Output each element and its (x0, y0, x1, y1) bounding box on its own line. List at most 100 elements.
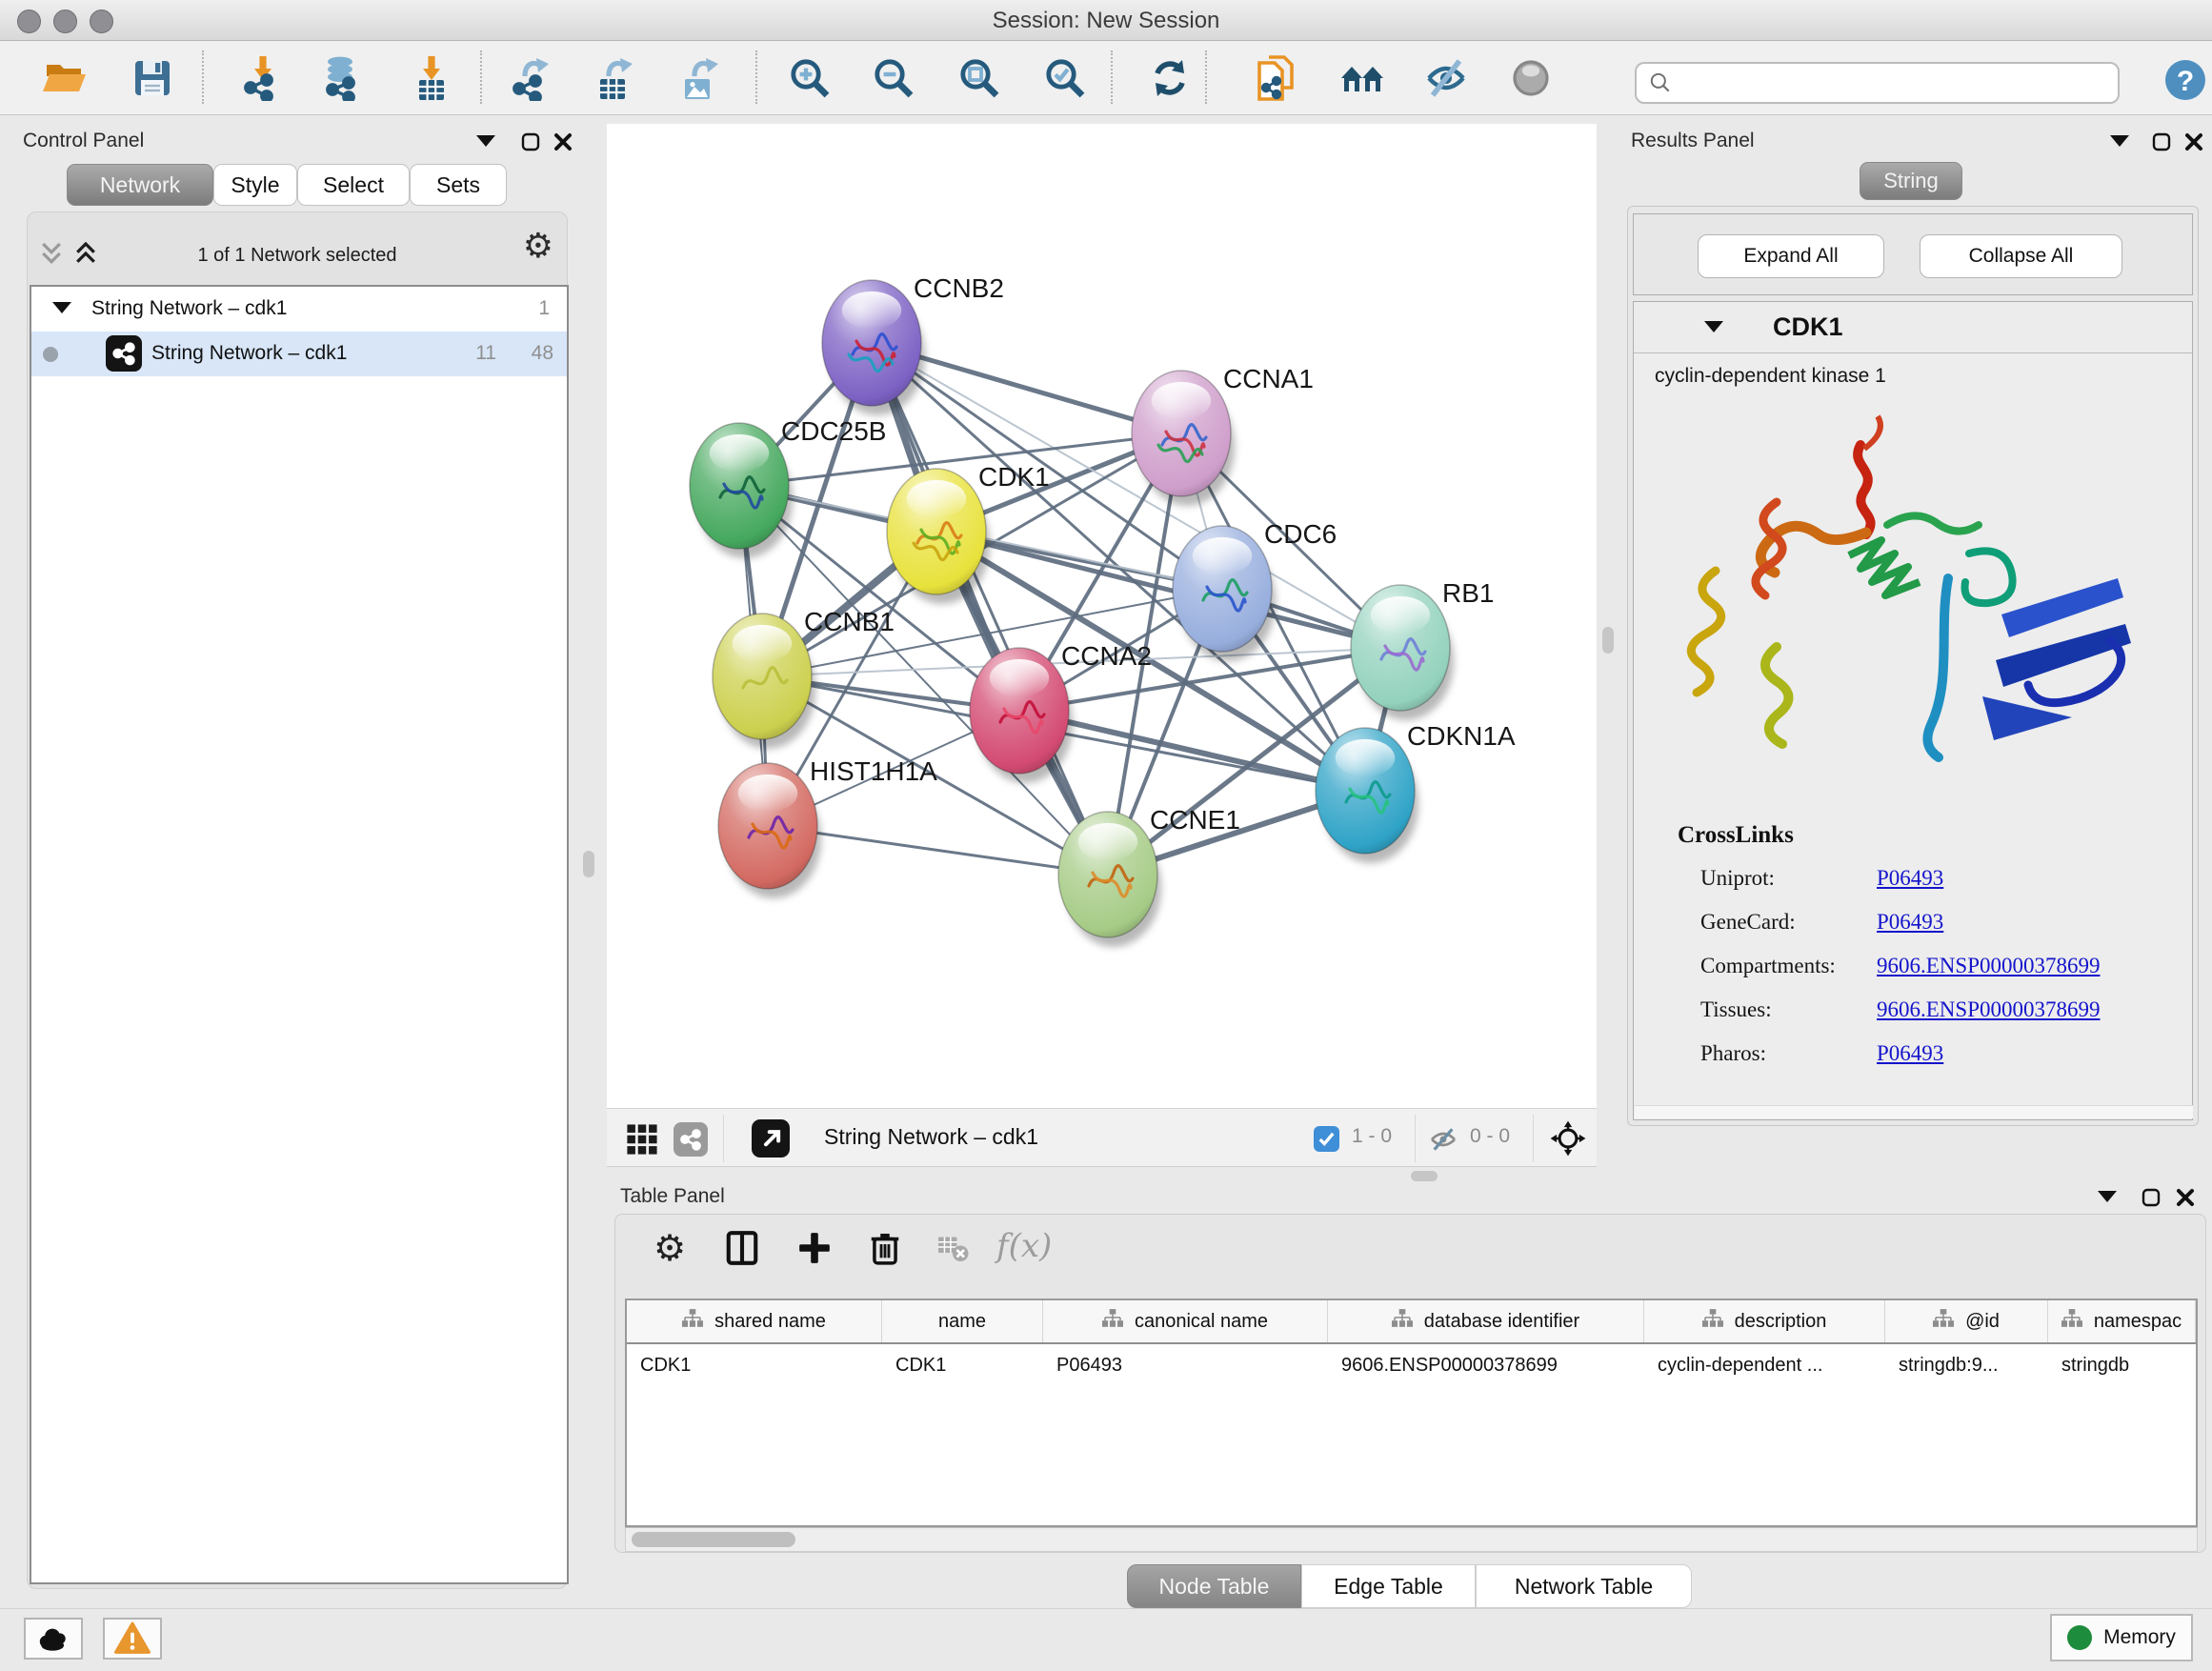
string-network-graph[interactable]: CCNB2CCNA1CDC25BCDK1CDC6RB1CCNB1CCNA2CDK… (607, 124, 1597, 1108)
warnings-button[interactable] (103, 1618, 162, 1660)
network-type-share-icon[interactable] (674, 1122, 708, 1157)
delete-table-icon[interactable] (935, 1230, 970, 1269)
results-panel-title: Results Panel (1631, 130, 1755, 152)
horizontal-splitter-handle[interactable] (1411, 1171, 1438, 1181)
crosslink-link[interactable]: 9606.ENSP00000378699 (1877, 997, 2101, 1022)
entry-scrollbar-track[interactable] (1635, 1105, 2193, 1118)
delete-column-icon[interactable] (867, 1230, 903, 1271)
panel-menu-icon[interactable] (476, 135, 495, 147)
protein-structure-image (1662, 411, 2158, 820)
node-label-RB1: RB1 (1442, 578, 1494, 608)
hide-unhide-icon[interactable] (1423, 55, 1469, 101)
collapse-collection-icon[interactable] (52, 302, 71, 313)
zoom-fit-icon[interactable] (956, 55, 1002, 101)
left-splitter-handle[interactable] (583, 851, 594, 877)
save-session-icon[interactable] (130, 55, 175, 101)
network-node-CCNA2[interactable] (970, 648, 1069, 774)
network-node-CCNB1[interactable] (713, 614, 812, 739)
crosslink-row-compartments-: Compartments:9606.ENSP00000378699 (1700, 954, 2177, 997)
float-panel-icon[interactable] (2141, 1187, 2162, 1213)
tab-network-table[interactable]: Network Table (1476, 1564, 1692, 1608)
network-node-HIST1H1A[interactable] (718, 763, 817, 889)
collapse-all-button[interactable]: Collapse All (1920, 234, 2122, 278)
network-canvas[interactable]: CCNB2CCNA1CDC25BCDK1CDC6RB1CCNB1CCNA2CDK… (607, 124, 1597, 1108)
expand-all-button[interactable]: Expand All (1698, 234, 1884, 278)
graphics-details-icon[interactable] (1508, 55, 1554, 101)
import-network-file-icon[interactable] (239, 55, 285, 101)
zoom-out-icon[interactable] (871, 55, 916, 101)
right-splitter-handle[interactable] (1602, 627, 1614, 654)
hidden-eye-icon[interactable] (1428, 1124, 1458, 1159)
node-table: shared namenamecanonical namedatabase id… (625, 1299, 2198, 1527)
split-columns-icon[interactable] (724, 1230, 760, 1271)
column-header--id[interactable]: @id (1885, 1300, 2048, 1342)
node-entry-header[interactable]: CDK1 (1634, 302, 2192, 353)
tab-sets[interactable]: Sets (410, 164, 507, 206)
panel-menu-icon[interactable] (2098, 1191, 2117, 1202)
close-panel-icon[interactable] (553, 131, 573, 157)
export-network-icon[interactable] (508, 55, 553, 101)
tab-string[interactable]: String (1860, 162, 1962, 200)
network-node-CCNA1[interactable] (1132, 371, 1231, 496)
column-header-name[interactable]: name (882, 1300, 1043, 1342)
refresh-icon[interactable] (1147, 55, 1193, 101)
open-session-icon[interactable] (43, 55, 89, 101)
network-node-CDC25B[interactable] (690, 423, 789, 549)
close-panel-icon[interactable] (2175, 1187, 2196, 1213)
table-settings-gear-icon[interactable]: ⚙ (654, 1230, 686, 1266)
tab-edge-table[interactable]: Edge Table (1301, 1564, 1476, 1608)
crosslink-link[interactable]: P06493 (1877, 866, 1943, 891)
crosslink-link[interactable]: P06493 (1877, 910, 1943, 935)
column-header-canonical-name[interactable]: canonical name (1043, 1300, 1328, 1342)
network-node-CDKN1A[interactable] (1316, 728, 1415, 854)
selected-checkbox-icon[interactable] (1314, 1126, 1339, 1152)
network-options-gear-icon[interactable]: ⚙ (523, 230, 553, 264)
crosslink-row-tissues-: Tissues: 9606.ENSP00000378699 (1700, 997, 2177, 1041)
network-node-CDK1[interactable] (887, 469, 986, 594)
tab-network[interactable]: Network (67, 164, 213, 206)
crosslink-label: Tissues: (1700, 997, 1772, 1021)
function-builder-icon[interactable]: f(x) (996, 1230, 1052, 1262)
float-panel-icon[interactable] (520, 131, 541, 157)
crosslink-link[interactable]: 9606.ENSP00000378699 (1877, 954, 2101, 978)
add-column-icon[interactable] (796, 1230, 833, 1271)
import-network-database-icon[interactable] (319, 55, 365, 101)
network-node-CCNB2[interactable] (822, 280, 921, 406)
column-header-shared-name[interactable]: shared name (627, 1300, 882, 1342)
home-networks-icon[interactable] (1339, 55, 1385, 101)
import-table-file-icon[interactable] (408, 55, 453, 101)
toolbar-separator (755, 50, 757, 104)
export-table-icon[interactable] (592, 55, 637, 101)
table-scrollbar-thumb[interactable] (632, 1532, 795, 1547)
birds-eye-grid-icon[interactable] (626, 1123, 658, 1160)
close-panel-icon[interactable] (2183, 131, 2204, 157)
open-in-window-icon[interactable] (752, 1119, 790, 1158)
tab-select[interactable]: Select (297, 164, 410, 206)
network-node-RB1[interactable] (1351, 585, 1450, 711)
column-header-description[interactable]: description (1644, 1300, 1885, 1342)
network-row[interactable]: String Network – cdk1 11 48 (31, 332, 567, 376)
table-row[interactable]: CDK1CDK1P064939606.ENSP00000378699cyclin… (627, 1344, 2196, 1387)
float-panel-icon[interactable] (2151, 131, 2172, 157)
export-image-icon[interactable] (677, 55, 723, 101)
crosslink-link[interactable]: P06493 (1877, 1041, 1943, 1066)
network-node-CDC6[interactable] (1173, 526, 1272, 652)
table-cell: stringdb:9... (1885, 1344, 2048, 1386)
memory-button[interactable]: Memory (2050, 1614, 2193, 1661)
network-node-CCNE1[interactable] (1058, 812, 1157, 937)
table-scrollbar-track[interactable] (625, 1527, 2198, 1552)
network-collection-row[interactable]: String Network – cdk1 1 (31, 287, 567, 332)
tab-node-table[interactable]: Node Table (1127, 1564, 1301, 1608)
fit-selected-crosshair-icon[interactable] (1550, 1120, 1586, 1161)
panel-menu-icon[interactable] (2110, 135, 2129, 147)
string-document-icon[interactable] (1254, 55, 1299, 101)
zoom-selected-icon[interactable] (1042, 55, 1088, 101)
tab-style[interactable]: Style (213, 164, 297, 206)
zoom-in-icon[interactable] (787, 55, 833, 101)
help-icon[interactable]: ? (2162, 57, 2208, 103)
search-input[interactable] (1682, 66, 2105, 98)
cloud-status-button[interactable] (24, 1618, 83, 1660)
column-header-namespac[interactable]: namespac (2048, 1300, 2196, 1342)
column-header-database-identifier[interactable]: database identifier (1328, 1300, 1644, 1342)
collapse-entry-icon[interactable] (1704, 321, 1723, 332)
